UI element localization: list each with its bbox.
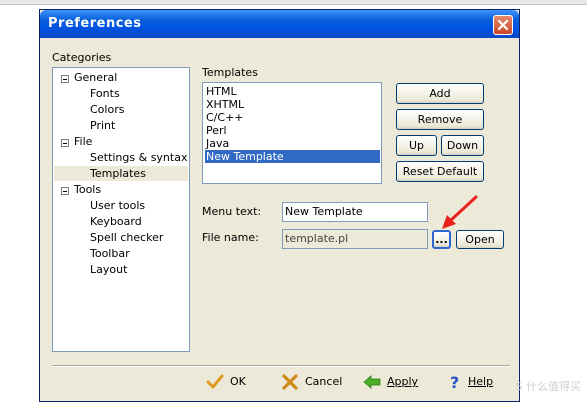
cancel-x-icon (282, 374, 298, 390)
apply-arrow-icon (363, 375, 381, 389)
add-button[interactable]: Add (396, 83, 484, 104)
svg-text:?: ? (450, 374, 459, 390)
list-item-selected[interactable]: New Template (205, 150, 380, 163)
remove-button[interactable]: Remove (396, 109, 484, 130)
help-button[interactable]: ? Help (448, 373, 494, 392)
help-label: Help (468, 375, 494, 388)
footer-separator (52, 365, 510, 367)
open-button[interactable]: Open (456, 230, 504, 249)
list-item[interactable]: Java (205, 137, 229, 150)
close-icon (497, 19, 509, 31)
collapse-tools-icon[interactable] (61, 187, 69, 195)
tree-node-user-tools[interactable]: User tools (90, 199, 145, 212)
tree-node-colors[interactable]: Colors (90, 103, 124, 116)
down-button[interactable]: Down (441, 135, 484, 156)
tree-node-file[interactable]: File (74, 135, 92, 148)
annotation-arrow-icon (442, 195, 478, 229)
templates-label: Templates (202, 66, 258, 79)
menu-text-label: Menu text: (202, 205, 262, 218)
apply-label: Apply (387, 375, 419, 388)
tree-node-spell-checker[interactable]: Spell checker (90, 231, 163, 244)
watermark: S 什么值得买 (515, 380, 581, 393)
list-item[interactable]: C/C++ (205, 111, 244, 124)
list-item[interactable]: Perl (205, 124, 227, 137)
ok-label: OK (230, 375, 246, 388)
file-name-input[interactable]: template.pl (282, 229, 428, 249)
browse-button[interactable]: ... (432, 230, 451, 249)
tree-node-general[interactable]: General (74, 71, 117, 84)
close-button[interactable] (493, 15, 513, 35)
checkmark-icon (206, 374, 224, 389)
ok-button[interactable]: OK (206, 374, 246, 390)
menu-text-input[interactable]: New Template (282, 202, 428, 222)
background-window-strip (0, 0, 587, 5)
tree-node-layout[interactable]: Layout (90, 263, 127, 276)
categories-tree[interactable]: General Fonts Colors Print File Settings… (52, 67, 190, 352)
file-name-label: File name: (202, 231, 259, 244)
tree-node-toolbar[interactable]: Toolbar (90, 247, 130, 260)
preferences-dialog: Preferences Categories General Fonts Col… (39, 9, 520, 402)
cancel-label: Cancel (305, 375, 343, 388)
tree-node-keyboard[interactable]: Keyboard (90, 215, 142, 228)
templates-list[interactable]: HTML XHTML C/C++ Perl Java New Template (202, 82, 382, 184)
window-title: Preferences (48, 16, 142, 31)
help-question-icon: ? (450, 373, 459, 392)
tree-node-templates[interactable]: Templates (90, 167, 146, 180)
list-item[interactable]: XHTML (205, 98, 244, 111)
tree-node-tools[interactable]: Tools (74, 183, 101, 196)
tree-node-fonts[interactable]: Fonts (90, 87, 120, 100)
collapse-general-icon[interactable] (61, 75, 69, 83)
up-button[interactable]: Up (396, 135, 437, 156)
categories-label: Categories (52, 51, 112, 64)
list-item[interactable]: HTML (205, 85, 237, 98)
reset-default-button[interactable]: Reset Default (396, 161, 484, 182)
collapse-file-icon[interactable] (61, 139, 69, 147)
apply-button[interactable]: Apply (363, 374, 418, 390)
cancel-button[interactable]: Cancel (281, 374, 342, 390)
title-bar[interactable]: Preferences (40, 10, 519, 38)
tree-node-print[interactable]: Print (90, 119, 115, 132)
tree-node-settings-syntax[interactable]: Settings & syntax (90, 151, 187, 164)
